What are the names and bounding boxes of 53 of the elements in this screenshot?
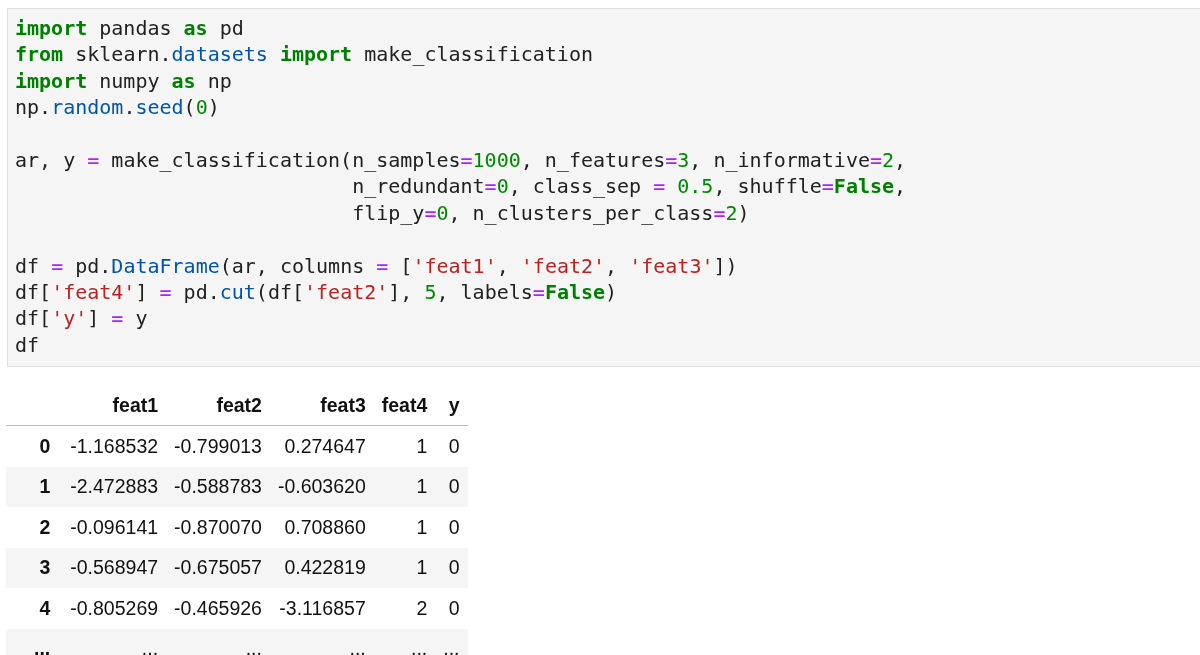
row-index: ... bbox=[34, 637, 51, 655]
column-header: feat2 bbox=[216, 393, 262, 416]
column-header: y bbox=[448, 393, 460, 416]
code-line: from sklearn.datasets import make_classification bbox=[15, 42, 593, 67]
table-cell: -0.465926 bbox=[174, 596, 262, 619]
table-cell: -0.870070 bbox=[174, 515, 262, 538]
code-line: import pandas as pd bbox=[15, 16, 244, 40]
table-cell: 0.422819 bbox=[284, 556, 366, 579]
code-line: flip_y=0, n_clusters_per_class=2) bbox=[351, 200, 750, 225]
table-cell: -3.116857 bbox=[279, 596, 366, 619]
table-cell: 0 bbox=[448, 596, 460, 619]
code-line: n_redundant=0, class_sep = 0.5, shuffle=False, bbox=[351, 174, 907, 199]
table-cell: -0.675057 bbox=[174, 556, 262, 579]
row-index: 3 bbox=[39, 556, 51, 579]
row-index: 4 bbox=[39, 596, 51, 619]
table-cell: 1 bbox=[416, 556, 428, 579]
table-cell: -0.799013 bbox=[174, 434, 262, 457]
row-index: 2 bbox=[39, 515, 51, 538]
table-cell: -0.603620 bbox=[277, 475, 366, 498]
table-cell: -2.472883 bbox=[70, 475, 159, 498]
table-cell: ... bbox=[411, 637, 428, 655]
table-cell: 0 bbox=[448, 515, 460, 538]
column-header: feat1 bbox=[112, 393, 159, 416]
code-line: ar, y = make_classification(n_samples=1000, n_features=3, n_informative=2, bbox=[15, 147, 907, 172]
row-index: 0 bbox=[39, 434, 51, 457]
table-cell: ... bbox=[141, 637, 159, 655]
column-header: feat3 bbox=[320, 393, 366, 416]
code-line: import numpy as np bbox=[15, 68, 232, 93]
table-cell: 0.274647 bbox=[284, 434, 366, 457]
table-cell: 1 bbox=[416, 515, 428, 538]
table-cell: -0.805269 bbox=[70, 596, 159, 619]
table-cell: -0.096141 bbox=[70, 515, 159, 538]
code-line: df = pd.DataFrame(ar, columns = ['feat1', 'feat2', 'feat3']) bbox=[15, 253, 738, 278]
code-line: df bbox=[15, 332, 40, 357]
code-line: df['feat4'] = pd.cut(df['feat2'], 5, labels=False) bbox=[15, 279, 618, 304]
table-cell: 1 bbox=[416, 475, 428, 498]
column-header: feat4 bbox=[381, 393, 428, 416]
table-cell: 1 bbox=[416, 434, 428, 457]
code-cell[interactable] bbox=[7, 8, 1200, 368]
row-index: 1 bbox=[39, 475, 51, 498]
table-cell: ... bbox=[349, 637, 366, 655]
table-cell: 0 bbox=[448, 434, 460, 457]
table-cell: -0.568947 bbox=[70, 556, 159, 579]
table-cell: ... bbox=[245, 637, 262, 655]
table-cell: 0.708860 bbox=[284, 515, 366, 538]
table-cell: ... bbox=[443, 637, 460, 655]
code-line: np.random.seed(0) bbox=[15, 95, 220, 120]
table-cell: 2 bbox=[416, 596, 428, 619]
table-cell: 0 bbox=[448, 475, 460, 498]
table-cell: -0.588783 bbox=[174, 475, 262, 498]
table-cell: 0 bbox=[448, 556, 460, 579]
code-line: df['y'] = y bbox=[15, 306, 148, 331]
table-cell: -1.168532 bbox=[70, 434, 159, 457]
